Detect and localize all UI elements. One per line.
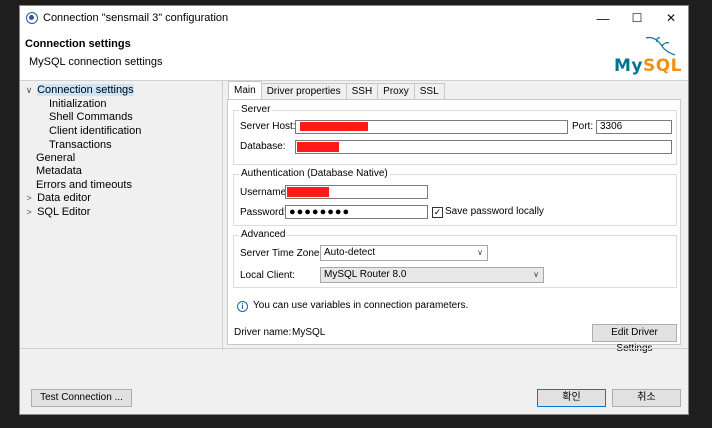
group-title: Authentication (Database Native) <box>239 168 390 179</box>
tree-item-label: Metadata <box>36 165 82 177</box>
cancel-button[interactable]: 취소 <box>612 389 681 407</box>
tree-item-transactions[interactable]: Transactions <box>49 139 112 152</box>
app-icon <box>26 12 38 24</box>
dialog-header: Connection settings MySQL connection set… <box>20 30 688 81</box>
local-client-value: MySQL Router 8.0 <box>324 269 407 280</box>
tree-item-sql-editor[interactable]: > SQL Editor <box>24 206 90 219</box>
timezone-value: Auto-detect <box>324 247 376 258</box>
timezone-label: Server Time Zone: <box>240 248 323 259</box>
tree-item-label: SQL Editor <box>37 206 91 218</box>
username-input[interactable] <box>285 185 428 199</box>
tab-main[interactable]: Main <box>228 81 262 99</box>
main-tab-panel: Server Server Host: Port: 3306 Database:… <box>227 99 681 354</box>
group-title: Advanced <box>239 229 288 240</box>
info-text: You can use variables in connection para… <box>253 300 469 311</box>
logo-wordmark: MySQL <box>613 56 682 76</box>
tree-item-shell-commands[interactable]: Shell Commands <box>49 111 133 124</box>
tree-item-label: Errors and timeouts <box>36 179 132 191</box>
tree-item-label: Client identification <box>49 125 142 137</box>
tree-item-general[interactable]: General <box>36 152 75 165</box>
server-host-input[interactable] <box>295 120 568 134</box>
password-label: Password: <box>240 207 287 218</box>
tab-proxy[interactable]: Proxy <box>377 83 415 99</box>
test-connection-button[interactable]: Test Connection ... <box>31 389 132 407</box>
tab-driver-properties[interactable]: Driver properties <box>260 83 347 99</box>
tree-item-errors-and-timeouts[interactable]: Errors and timeouts <box>36 179 132 192</box>
timezone-select[interactable]: Auto-detect ∨ <box>320 245 488 261</box>
window-title: Connection "sensmail 3" configuration <box>43 12 229 24</box>
close-button[interactable]: ✕ <box>654 6 688 30</box>
tab-bar: Main Driver properties SSH Proxy SSL <box>228 81 445 99</box>
chevron-right-icon[interactable]: > <box>24 192 34 205</box>
database-input[interactable] <box>295 140 672 154</box>
tab-ssl[interactable]: SSL <box>413 83 445 99</box>
title-bar: Connection "sensmail 3" configuration — … <box>20 6 688 30</box>
chevron-down-icon: ∨ <box>477 248 483 257</box>
footer-separator <box>20 348 688 349</box>
save-password-label[interactable]: Save password locally <box>445 205 544 219</box>
page-title: Connection settings <box>25 38 131 50</box>
tree-item-label: Transactions <box>49 139 112 151</box>
dolphin-icon <box>645 36 676 56</box>
tree-item-label: General <box>36 152 76 164</box>
tree-item-label: Connection settings <box>37 84 134 96</box>
chevron-down-icon: ∨ <box>533 270 539 279</box>
redacted-value <box>287 187 329 197</box>
chevron-down-icon[interactable]: ∨ <box>24 84 34 97</box>
tree-item-initialization[interactable]: Initialization <box>49 98 106 111</box>
tree-item-connection-settings[interactable]: ∨ Connection settings <box>24 84 134 97</box>
password-input[interactable]: ●●●●●●●● <box>285 205 428 219</box>
ok-button[interactable]: 확인 <box>537 389 606 407</box>
info-icon: i <box>237 301 248 312</box>
tree-item-label: Initialization <box>49 98 107 110</box>
database-label: Database: <box>240 141 286 152</box>
save-password-checkbox[interactable]: ✓ <box>432 207 443 218</box>
maximize-button[interactable]: ☐ <box>620 6 654 30</box>
tree-item-data-editor[interactable]: > Data editor <box>24 192 91 205</box>
port-input[interactable]: 3306 <box>596 120 672 134</box>
redacted-value <box>297 142 339 152</box>
local-client-label: Local Client: <box>240 270 296 281</box>
driver-name-value: MySQL <box>292 327 326 338</box>
tree-item-metadata[interactable]: Metadata <box>36 165 82 178</box>
local-client-select[interactable]: MySQL Router 8.0 ∨ <box>320 267 544 283</box>
pane-splitter[interactable] <box>222 80 223 350</box>
settings-tree: ∨ Connection settings Initialization She… <box>20 80 220 350</box>
connection-config-dialog: Connection "sensmail 3" configuration — … <box>19 5 689 415</box>
window-controls: — ☐ ✕ <box>586 6 688 30</box>
edit-driver-settings-button[interactable]: Edit Driver Settings <box>592 324 677 354</box>
tree-item-label: Shell Commands <box>49 111 133 123</box>
minimize-button[interactable]: — <box>586 6 620 30</box>
server-group: Server <box>233 104 677 165</box>
chevron-right-icon[interactable]: > <box>24 206 34 219</box>
redacted-value <box>300 122 368 131</box>
driver-name-label: Driver name: <box>234 327 292 338</box>
tree-item-label: Data editor <box>37 192 91 204</box>
username-label: Username: <box>240 187 289 198</box>
mysql-logo: MySQL <box>602 34 682 78</box>
tree-item-client-identification[interactable]: Client identification <box>49 125 141 138</box>
group-title: Server <box>239 104 273 115</box>
tab-ssh[interactable]: SSH <box>345 83 379 99</box>
page-subtitle: MySQL connection settings <box>29 56 163 68</box>
port-label: Port: <box>572 121 594 132</box>
server-host-label: Server Host: <box>240 121 296 132</box>
